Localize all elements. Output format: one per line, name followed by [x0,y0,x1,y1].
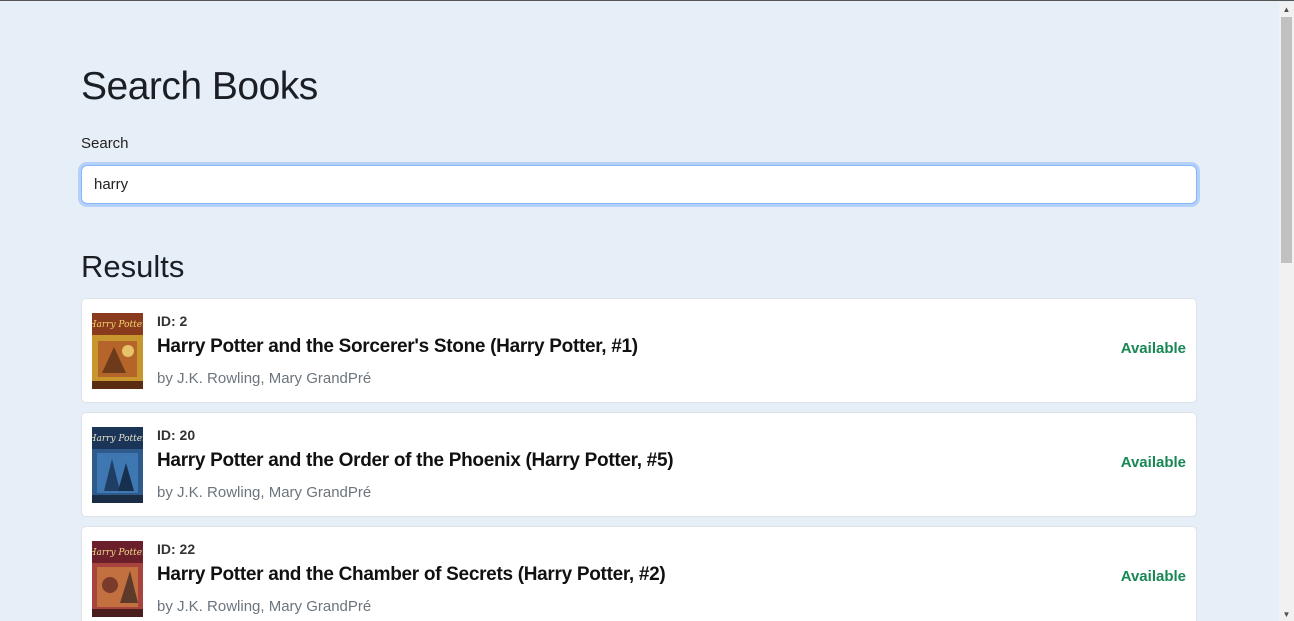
book-id: ID: 22 [157,541,196,557]
book-cover-image: Harry Potter [92,541,143,617]
book-author: by J.K. Rowling, Mary GrandPré [157,598,372,615]
svg-text:Harry Potter: Harry Potter [92,548,143,558]
scrollbar-thumb[interactable] [1281,17,1292,263]
book-cover-image: Harry Potter [92,427,143,503]
scroll-up-arrow-icon[interactable]: ▲ [1279,2,1294,17]
search-input[interactable] [81,165,1197,204]
scroll-down-arrow-icon[interactable]: ▼ [1279,607,1294,621]
result-card[interactable]: Harry Potter ID: 22 Harry Potter and the… [81,526,1197,621]
availability-status: Available [1120,340,1186,357]
book-id: ID: 20 [157,427,196,443]
result-card[interactable]: Harry Potter ID: 2 Harry Potter and the … [81,298,1197,403]
search-label: Search [81,135,129,152]
book-author: by J.K. Rowling, Mary GrandPré [157,370,372,387]
book-id: ID: 2 [157,313,188,329]
page: Search Books Search Results Harry Potter [0,0,1294,621]
book-title[interactable]: Harry Potter and the Sorcerer's Stone (H… [157,336,638,358]
book-author: by J.K. Rowling, Mary GrandPré [157,484,372,501]
result-card[interactable]: Harry Potter ID: 20 Harry Potter and the… [81,412,1197,517]
availability-status: Available [1120,454,1186,471]
results-list: Harry Potter ID: 2 Harry Potter and the … [81,298,1197,621]
svg-text:Harry Potter: Harry Potter [92,320,143,330]
book-cover-image: Harry Potter [92,313,143,389]
book-title[interactable]: Harry Potter and the Chamber of Secrets … [157,564,666,586]
results-heading: Results [81,249,185,284]
availability-status: Available [1120,568,1186,585]
page-scrollbar[interactable]: ▲ ▼ [1279,2,1294,621]
book-title[interactable]: Harry Potter and the Order of the Phoeni… [157,450,674,472]
svg-text:Harry Potter: Harry Potter [92,434,143,444]
page-title: Search Books [81,65,318,108]
